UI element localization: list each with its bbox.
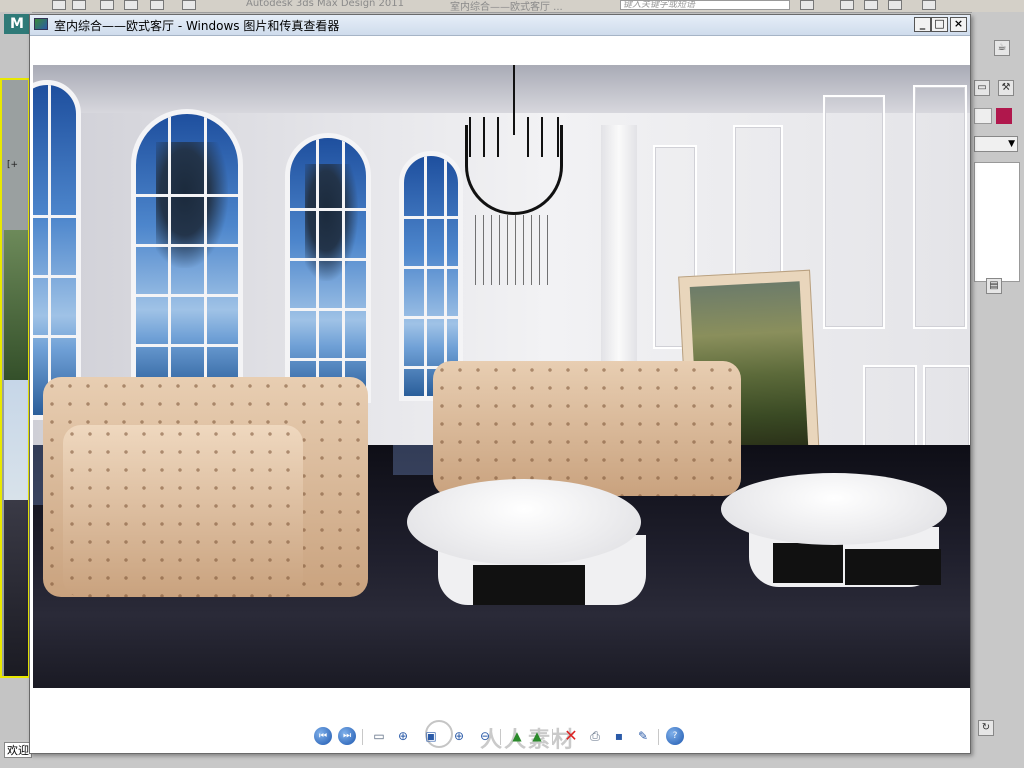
best-fit-button[interactable]: ▭ xyxy=(370,727,388,745)
viewport-tree xyxy=(4,230,28,380)
object-color-swatch[interactable] xyxy=(996,108,1012,124)
rotate-cw-icon: ▲ xyxy=(512,729,522,743)
viewport-floor xyxy=(4,500,28,676)
slideshow-icon: ▣ xyxy=(425,729,437,743)
zoom-in-icon: ⊕ xyxy=(453,729,465,743)
max-search-input[interactable]: 键入关键字或短语 xyxy=(620,0,790,10)
next-icon: ⏭ xyxy=(342,731,352,741)
viewer-blank-strip xyxy=(30,36,970,65)
max-command-panel: ☕ ▭ ⚒ ▼ ▤ ↻ ◎ xyxy=(972,12,1024,768)
viewport-sky xyxy=(4,380,28,500)
wall-panel xyxy=(863,365,917,449)
coffee-table-gap xyxy=(473,565,585,605)
viewer-app-icon[interactable] xyxy=(34,18,48,30)
max-status-text: 欢迎 xyxy=(4,742,32,758)
wall-panel xyxy=(923,365,970,449)
side-table-gap xyxy=(845,549,941,585)
actual-size-icon: ⊕ xyxy=(397,729,409,743)
undo-icon[interactable] xyxy=(150,0,164,10)
modifier-stack[interactable] xyxy=(974,162,1020,282)
chandelier xyxy=(465,65,563,285)
arched-window xyxy=(131,109,243,399)
save-icon[interactable] xyxy=(72,0,86,10)
side-table-gap xyxy=(773,543,843,583)
previous-image-button[interactable]: ⏮ xyxy=(314,727,332,745)
max-logo[interactable]: M xyxy=(4,14,30,34)
rendered-image xyxy=(33,65,970,688)
maximize-button[interactable]: □ xyxy=(931,17,948,32)
toolbar-separator xyxy=(500,729,501,745)
max-title-bar: Autodesk 3ds Max Design 2011 室内综合——欧式客厅 … xyxy=(0,0,1024,13)
wall-column xyxy=(601,125,637,375)
layout-icon[interactable] xyxy=(800,0,814,10)
tools-icon[interactable] xyxy=(840,0,854,10)
new-icon[interactable] xyxy=(124,0,138,10)
hammer-icon[interactable]: ⚒ xyxy=(998,80,1014,96)
object-name-field[interactable] xyxy=(974,108,992,124)
actual-size-button[interactable]: ⊕ xyxy=(394,727,412,745)
help-icon[interactable] xyxy=(922,0,936,10)
picture-viewer-window: 室内综合——欧式客厅 - Windows 图片和传真查看器 _ □ × 人人素材… xyxy=(29,14,971,754)
next-image-button[interactable]: ⏭ xyxy=(338,727,356,745)
max-doc-title: 室内综合——欧式客厅 ... xyxy=(450,2,563,13)
max-left-panel: M [+ xyxy=(0,12,32,768)
delete-button[interactable]: ✕ xyxy=(562,727,580,745)
viewer-toolbar: 人人素材 ⏮ ⏭ ▭ ⊕ ▣ ⊕ ⊖ ▲ ▲ ✕ ⎙ ▪ ✎ ? xyxy=(30,690,970,753)
viewer-title: 室内综合——欧式客厅 - Windows 图片和传真查看器 xyxy=(54,19,340,33)
configure-icon[interactable]: ▤ xyxy=(986,278,1002,294)
sofa-arm xyxy=(63,425,303,597)
zoom-out-button[interactable]: ⊖ xyxy=(476,727,494,745)
save-icon: ▪ xyxy=(614,729,624,743)
arched-window xyxy=(285,133,371,403)
max-app-title: Autodesk 3ds Max Design 2011 xyxy=(246,0,405,9)
copy-icon[interactable] xyxy=(100,0,114,10)
viewport-label[interactable]: [+ xyxy=(7,160,18,170)
delete-icon: ✕ xyxy=(564,726,578,745)
rotate-counterclockwise-button[interactable]: ▲ xyxy=(528,727,546,745)
wall-panel xyxy=(913,85,967,329)
toolbar-separator xyxy=(552,729,553,745)
print-icon: ⎙ xyxy=(590,729,600,743)
edit-button[interactable]: ✎ xyxy=(634,727,652,745)
tufted-sofa xyxy=(433,361,741,496)
rotate-ccw-icon: ▲ xyxy=(532,729,542,743)
help-button[interactable]: ? xyxy=(666,727,684,745)
zoom-out-icon: ⊖ xyxy=(479,729,491,743)
panel-icon[interactable]: ▭ xyxy=(974,80,990,96)
round-side-table xyxy=(721,473,947,545)
save-button[interactable]: ▪ xyxy=(610,727,628,745)
open-icon[interactable] xyxy=(52,0,66,10)
minimize-button[interactable]: _ xyxy=(914,17,931,32)
wall-panel xyxy=(823,95,885,329)
print-button[interactable]: ⎙ xyxy=(586,727,604,745)
toolbar-separator xyxy=(362,729,363,745)
max-viewport[interactable]: [+ xyxy=(0,78,30,678)
zoom-in-button[interactable]: ⊕ xyxy=(450,727,468,745)
previous-icon: ⏮ xyxy=(318,731,328,741)
round-coffee-table xyxy=(407,479,641,565)
favorite-icon[interactable] xyxy=(864,0,878,10)
toolbar-separator xyxy=(658,729,659,745)
best-fit-icon: ▭ xyxy=(373,729,385,743)
viewer-title-bar[interactable]: 室内综合——欧式客厅 - Windows 图片和传真查看器 _ □ × xyxy=(30,15,970,36)
help-icon: ? xyxy=(672,731,678,741)
edit-icon: ✎ xyxy=(637,729,649,743)
star-icon[interactable] xyxy=(888,0,902,10)
arched-window xyxy=(33,80,81,420)
orbit-icon[interactable]: ↻ xyxy=(978,720,994,736)
rotate-clockwise-button[interactable]: ▲ xyxy=(508,727,526,745)
redo-icon[interactable] xyxy=(182,0,196,10)
slideshow-button[interactable]: ▣ xyxy=(422,727,440,745)
teapot-icon[interactable]: ☕ xyxy=(994,40,1010,56)
modifier-list-dropdown[interactable]: ▼ xyxy=(974,136,1018,152)
close-button[interactable]: × xyxy=(950,17,967,32)
